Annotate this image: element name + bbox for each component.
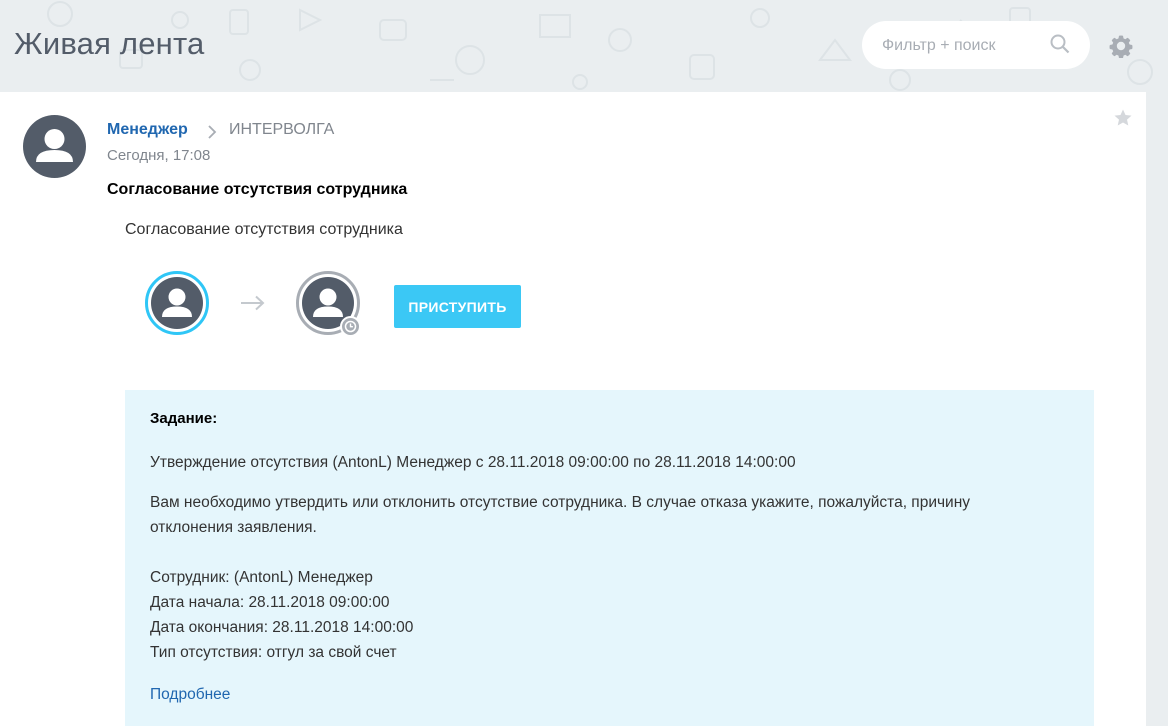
process-title: Согласование отсутствия сотрудника	[125, 221, 403, 238]
task-end-date: Дата окончания: 28.11.2018 14:00:00	[150, 619, 414, 636]
task-details: Задание: Утверждение отсутствия (AntonL)…	[125, 390, 1094, 726]
right-gutter	[1146, 92, 1168, 726]
feed-post: Менеджер ИНТЕРВОЛГА Сегодня, 17:08 Согла…	[0, 92, 1146, 726]
task-label: Задание:	[150, 410, 218, 427]
page-title: Живая лента	[14, 26, 205, 61]
start-task-button[interactable]: ПРИСТУПИТЬ	[394, 285, 521, 328]
star-icon[interactable]	[1113, 108, 1133, 133]
gear-icon[interactable]	[1109, 34, 1133, 63]
more-details-link[interactable]: Подробнее	[150, 686, 230, 704]
post-destination[interactable]: ИНТЕРВОЛГА	[229, 121, 334, 139]
clock-icon	[340, 316, 361, 342]
task-start-date: Дата начала: 28.11.2018 09:00:00	[150, 594, 390, 611]
page-header: Живая лента	[0, 0, 1168, 92]
author-avatar[interactable]	[23, 115, 86, 178]
search-input[interactable]	[880, 33, 1044, 59]
search-icon[interactable]	[1050, 34, 1070, 59]
requester-avatar[interactable]	[145, 271, 209, 335]
chevron-right-icon	[207, 125, 217, 144]
arrow-right-icon	[240, 295, 266, 316]
post-date[interactable]: Сегодня, 17:08	[107, 147, 210, 164]
post-title: Согласование отсутствия сотрудника	[107, 181, 408, 198]
task-absence-type: Тип отсутствия: отгул за свой счет	[150, 644, 397, 661]
task-summary: Утверждение отсутствия (AntonL) Менеджер…	[150, 454, 796, 471]
author-link[interactable]: Менеджер	[107, 121, 188, 139]
task-description: Вам необходимо утвердить или отклонить о…	[150, 494, 971, 536]
task-employee: Сотрудник: (AntonL) Менеджер	[150, 569, 373, 586]
